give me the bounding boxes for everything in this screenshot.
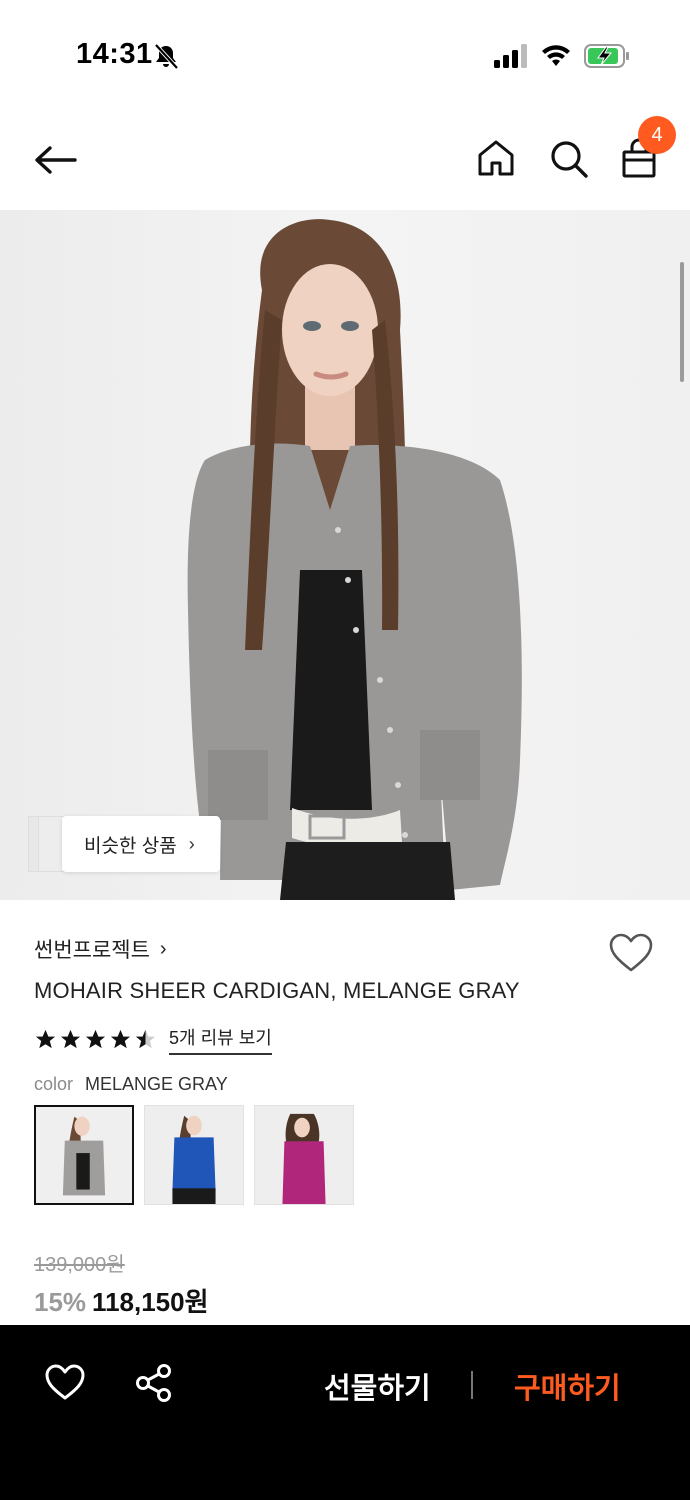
star-icon bbox=[35, 1029, 56, 1049]
status-bar: 14:31 bbox=[0, 0, 690, 100]
brand-name: 썬번프로젝트 bbox=[34, 939, 150, 962]
swatch-blue[interactable] bbox=[144, 1105, 244, 1205]
heart-icon[interactable] bbox=[608, 932, 654, 974]
home-icon[interactable] bbox=[474, 136, 518, 180]
product-image[interactable] bbox=[0, 210, 690, 900]
wifi-icon bbox=[542, 45, 570, 66]
swatch-thumbnail-magenta bbox=[255, 1106, 353, 1204]
bell-off-icon bbox=[154, 43, 179, 70]
star-icon bbox=[110, 1029, 131, 1049]
signal-icon bbox=[494, 44, 527, 68]
color-value: MELANGE GRAY bbox=[85, 1074, 228, 1094]
original-price: 139,000원 bbox=[34, 1254, 125, 1276]
back-button[interactable] bbox=[30, 138, 80, 182]
status-time: 14:31 bbox=[76, 38, 153, 70]
cart-count-badge: 4 bbox=[638, 116, 676, 154]
share-icon[interactable] bbox=[134, 1363, 174, 1403]
swatch-magenta[interactable] bbox=[254, 1105, 354, 1205]
swatch-thumbnail-blue bbox=[145, 1106, 243, 1204]
heart-icon[interactable] bbox=[44, 1363, 86, 1403]
gift-button[interactable]: 선물하기 bbox=[324, 1365, 431, 1407]
battery-charging-icon bbox=[584, 44, 629, 68]
color-row: color MELANGE GRAY bbox=[34, 1074, 228, 1095]
sale-price: 118,150원 bbox=[92, 1287, 209, 1317]
model-photo bbox=[187, 219, 522, 900]
rating-row: 5개 리뷰 보기 bbox=[34, 1024, 272, 1055]
swatch-melange-gray[interactable] bbox=[34, 1105, 134, 1205]
arrow-left-icon bbox=[35, 146, 77, 174]
swatch-thumbnail-gray bbox=[36, 1107, 132, 1203]
star-rating bbox=[34, 1028, 157, 1051]
color-label: color bbox=[34, 1074, 74, 1094]
bottom-action-bar: 선물하기 구매하기 bbox=[0, 1325, 690, 1500]
star-icon bbox=[85, 1029, 106, 1049]
image-scroll-indicator bbox=[680, 262, 684, 382]
buy-button[interactable]: 구매하기 bbox=[514, 1365, 621, 1407]
color-swatches bbox=[34, 1105, 354, 1205]
brand-link[interactable]: 썬번프로젝트 › bbox=[34, 934, 167, 964]
search-icon[interactable] bbox=[546, 136, 590, 180]
chevron-right-icon: › bbox=[159, 937, 167, 960]
price-row: 15% 118,150원 bbox=[34, 1282, 209, 1319]
half-star-icon bbox=[135, 1029, 156, 1049]
top-nav bbox=[0, 100, 690, 210]
review-link[interactable]: 5개 리뷰 보기 bbox=[169, 1024, 272, 1055]
discount-rate: 15% bbox=[34, 1287, 87, 1317]
chevron-right-icon: › bbox=[188, 833, 195, 854]
similar-products-label: 비슷한 상품 bbox=[84, 835, 177, 857]
similar-products-label-box: 비슷한 상품 › bbox=[62, 816, 220, 872]
divider bbox=[471, 1371, 473, 1399]
star-icon bbox=[60, 1029, 81, 1049]
product-name: MOHAIR SHEER CARDIGAN, MELANGE GRAY bbox=[34, 978, 520, 1003]
